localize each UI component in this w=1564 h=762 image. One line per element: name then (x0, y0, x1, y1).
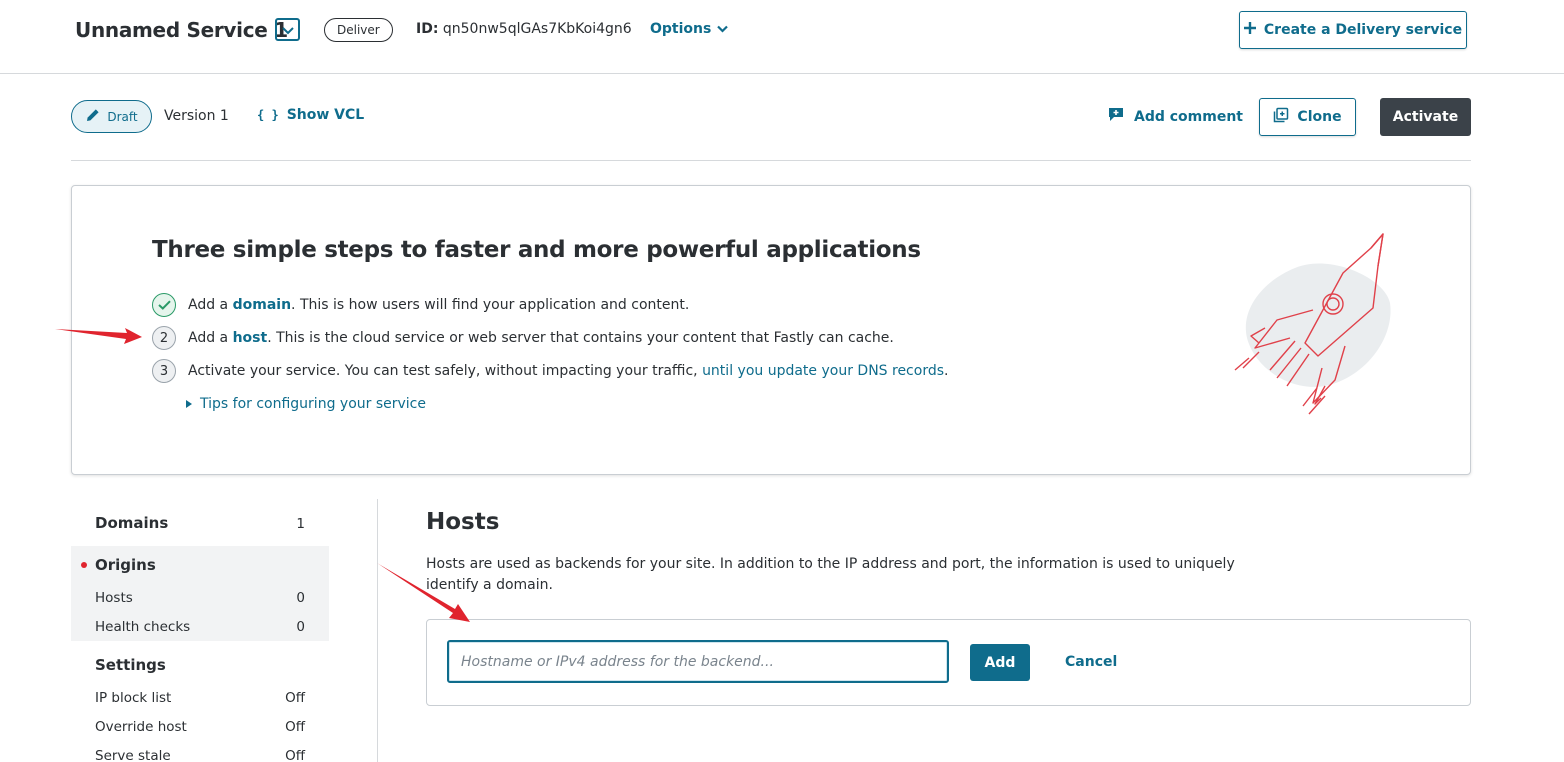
step-2-text: Add a host. This is the cloud service or… (188, 330, 894, 346)
service-id-value: qn50nw5qlGAs7KbKoi4gn6 (442, 21, 632, 37)
sidebar-item-hosts[interactable]: Hosts (95, 590, 133, 606)
options-label: Options (650, 21, 712, 37)
steps-title: Three simple steps to faster and more po… (152, 237, 921, 263)
active-section-dot (81, 562, 87, 568)
add-comment-button[interactable]: Add comment (1108, 107, 1243, 126)
step-3: 3 Activate your service. You can test sa… (152, 359, 948, 383)
step-1: Add a domain. This is how users will fin… (152, 293, 689, 317)
activate-button[interactable]: Activate (1380, 98, 1471, 136)
add-host-button[interactable]: Add (970, 644, 1030, 681)
sidebar-origins[interactable]: Origins (95, 556, 156, 574)
rocket-illustration (1234, 233, 1391, 415)
step-2-number: 2 (152, 326, 176, 350)
show-vcl-link[interactable]: { } Show VCL (257, 107, 364, 123)
dns-records-link[interactable]: until you update your DNS records (702, 363, 944, 379)
draft-status-pill[interactable]: Draft (71, 100, 152, 133)
service-id: ID: qn50nw5qlGAs7KbKoi4gn6 (416, 21, 632, 37)
step-1-text: Add a domain. This is how users will fin… (188, 297, 690, 313)
version-bar-divider (71, 160, 1471, 161)
sidebar-hosts-count: 0 (296, 590, 305, 606)
tips-label: Tips for configuring your service (200, 396, 426, 412)
create-delivery-service-label: Create a Delivery service (1263, 22, 1463, 38)
pencil-icon (85, 107, 101, 126)
sidebar-domains-count: 1 (296, 516, 305, 532)
sidebar-item-override-host[interactable]: Override host (95, 719, 187, 735)
show-vcl-label: Show VCL (286, 107, 365, 123)
step-2: 2 Add a host. This is the cloud service … (152, 326, 894, 350)
plus-icon (1243, 22, 1256, 38)
comment-plus-icon (1108, 107, 1124, 126)
chevron-down-icon (717, 21, 729, 37)
check-circle-icon (152, 293, 176, 317)
sidebar-domains[interactable]: Domains (95, 514, 168, 532)
clone-button[interactable]: Clone (1259, 98, 1356, 136)
options-menu[interactable]: Options (650, 21, 729, 37)
sidebar-item-serve-stale[interactable]: Serve stale (95, 748, 171, 762)
draft-label: Draft (107, 109, 138, 124)
tips-toggle[interactable]: Tips for configuring your service (186, 396, 426, 412)
domain-link[interactable]: domain (233, 297, 291, 313)
add-comment-label: Add comment (1134, 108, 1243, 125)
create-delivery-service-button[interactable]: Create a Delivery service (1239, 11, 1467, 49)
step-3-number: 3 (152, 359, 176, 383)
sidebar-health-checks-count: 0 (296, 619, 305, 635)
sidebar-override-host-value: Off (285, 719, 305, 735)
clone-label: Clone (1297, 109, 1342, 125)
chevron-down-icon (281, 20, 294, 39)
braces-icon: { } (257, 108, 279, 122)
hosts-description: Hosts are used as backends for your site… (426, 556, 1235, 593)
sidebar-serve-stale-value: Off (285, 748, 305, 762)
caret-right-icon (186, 396, 192, 412)
service-id-label: ID: (416, 21, 439, 37)
hosts-title: Hosts (426, 509, 500, 535)
cancel-button[interactable]: Cancel (1065, 654, 1117, 670)
sidebar-ip-block-list-value: Off (285, 690, 305, 706)
service-type-badge: Deliver (324, 18, 393, 42)
sidebar-item-ip-block-list[interactable]: IP block list (95, 690, 171, 706)
sidebar-divider (377, 499, 378, 762)
sidebar-item-health-checks[interactable]: Health checks (95, 619, 190, 635)
step-3-text: Activate your service. You can test safe… (188, 363, 949, 379)
host-address-input[interactable] (447, 640, 949, 683)
service-dropdown-button[interactable] (275, 18, 300, 41)
version-label: Version 1 (164, 108, 229, 124)
clone-icon (1273, 107, 1289, 127)
host-link[interactable]: host (233, 330, 268, 346)
sidebar-settings[interactable]: Settings (95, 656, 166, 674)
service-title: Unnamed Service 1 (75, 18, 288, 42)
